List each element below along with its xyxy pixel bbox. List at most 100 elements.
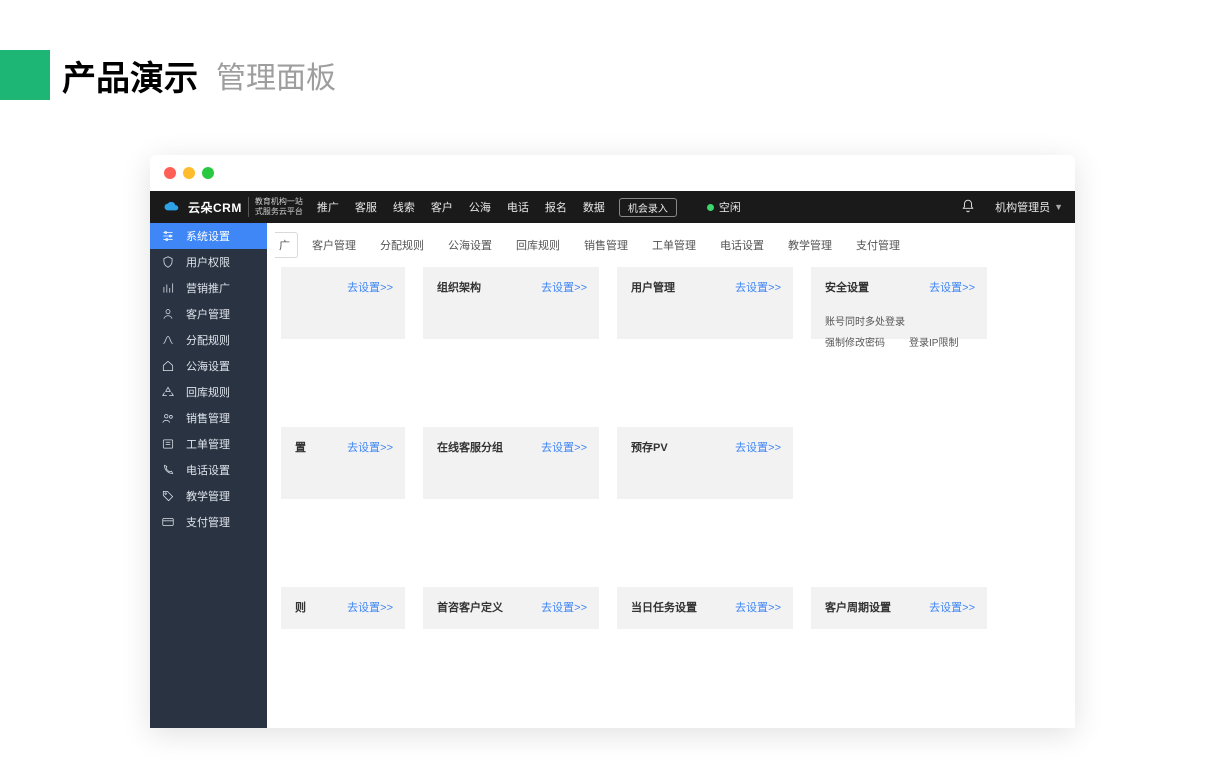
window-titlebar (150, 155, 1075, 191)
nav-link[interactable]: 客服 (355, 199, 377, 215)
status-label: 空闲 (719, 199, 741, 215)
recycle-icon (160, 384, 176, 400)
settings-card: 当日任务设置去设置>> (617, 587, 793, 629)
page-heading: 产品演示 管理面板 (0, 50, 1210, 100)
sidebar-item[interactable]: 电话设置 (150, 457, 267, 483)
cloud-icon (162, 200, 182, 214)
card-row: 则去设置>>首咨客户定义去设置>>当日任务设置去设置>>客户周期设置去设置>> (281, 587, 1075, 629)
settings-card: 在线客服分组去设置>> (423, 427, 599, 499)
bars-icon (160, 280, 176, 296)
settings-card: 置去设置>> (281, 427, 405, 499)
user-menu[interactable]: 机构管理员 ▼ (995, 199, 1063, 215)
go-settings-link[interactable]: 去设置>> (735, 279, 781, 295)
card-row: 置去设置>>在线客服分组去设置>>预存PV去设置>> (281, 427, 1075, 499)
settings-tab[interactable]: 电话设置 (710, 233, 774, 257)
go-settings-link[interactable]: 去设置>> (929, 599, 975, 615)
settings-card: 用户管理去设置>> (617, 267, 793, 339)
window-minimize-icon[interactable] (183, 167, 195, 179)
sidebar-item[interactable]: 用户权限 (150, 249, 267, 275)
sidebar-item[interactable]: 公海设置 (150, 353, 267, 379)
sidebar-item[interactable]: 系统设置 (150, 223, 267, 249)
user-label: 机构管理员 (995, 199, 1050, 215)
sidebar-item[interactable]: 分配规则 (150, 327, 267, 353)
page-title: 产品演示 (62, 51, 198, 100)
content-area: 广客户管理分配规则公海设置回库规则销售管理工单管理电话设置教学管理支付管理 去设… (267, 223, 1075, 728)
sidebar-item-label: 分配规则 (186, 332, 230, 348)
settings-card: 安全设置去设置>>账号同时多处登录强制修改密码登录IP限制 (811, 267, 987, 339)
settings-tabs: 广客户管理分配规则公海设置回库规则销售管理工单管理电话设置教学管理支付管理 (267, 223, 1075, 267)
sidebar: 系统设置用户权限营销推广客户管理分配规则公海设置回库规则销售管理工单管理电话设置… (150, 223, 267, 728)
team-icon (160, 410, 176, 426)
go-settings-link[interactable]: 去设置>> (541, 599, 587, 615)
sidebar-item[interactable]: 客户管理 (150, 301, 267, 327)
chevron-down-icon: ▼ (1054, 202, 1063, 212)
card-subline: 登录IP限制 (909, 334, 958, 349)
settings-tab[interactable]: 教学管理 (778, 233, 842, 257)
page-subtitle: 管理面板 (216, 53, 336, 97)
go-settings-link[interactable]: 去设置>> (347, 439, 393, 455)
nav-link[interactable]: 电话 (507, 199, 529, 215)
sidebar-item-label: 客户管理 (186, 306, 230, 322)
sidebar-item-label: 营销推广 (186, 280, 230, 296)
sidebar-item[interactable]: 教学管理 (150, 483, 267, 509)
sidebar-item[interactable]: 回库规则 (150, 379, 267, 405)
go-settings-link[interactable]: 去设置>> (541, 279, 587, 295)
settings-tab[interactable]: 工单管理 (642, 233, 706, 257)
sidebar-item-label: 支付管理 (186, 514, 230, 530)
bell-icon[interactable] (961, 199, 975, 216)
top-navbar: 云朵CRM 教育机构一站式服务云平台 推广客服线索客户公海电话报名数据 机会录入… (150, 191, 1075, 223)
settings-cards: 去设置>>组织架构去设置>>用户管理去设置>>安全设置去设置>>账号同时多处登录… (267, 267, 1075, 728)
go-settings-link[interactable]: 去设置>> (347, 279, 393, 295)
nav-link[interactable]: 数据 (583, 199, 605, 215)
go-settings-link[interactable]: 去设置>> (735, 599, 781, 615)
sidebar-item-label: 回库规则 (186, 384, 230, 400)
sliders-icon (160, 228, 176, 244)
go-settings-link[interactable]: 去设置>> (929, 279, 975, 295)
go-settings-link[interactable]: 去设置>> (541, 439, 587, 455)
sidebar-item[interactable]: 支付管理 (150, 509, 267, 535)
sidebar-item-label: 公海设置 (186, 358, 230, 374)
sidebar-item[interactable]: 销售管理 (150, 405, 267, 431)
window-close-icon[interactable] (164, 167, 176, 179)
home-icon (160, 358, 176, 374)
tab-truncated[interactable]: 广 (275, 232, 298, 258)
settings-tab[interactable]: 销售管理 (574, 233, 638, 257)
settings-tab[interactable]: 客户管理 (302, 233, 366, 257)
ticket-icon (160, 436, 176, 452)
settings-tab[interactable]: 分配规则 (370, 233, 434, 257)
settings-tab[interactable]: 回库规则 (506, 233, 570, 257)
phone-icon (160, 462, 176, 478)
record-opportunity-button[interactable]: 机会录入 (619, 198, 677, 217)
sidebar-item-label: 工单管理 (186, 436, 230, 452)
app-main: 系统设置用户权限营销推广客户管理分配规则公海设置回库规则销售管理工单管理电话设置… (150, 223, 1075, 728)
settings-card: 去设置>> (281, 267, 405, 339)
window-maximize-icon[interactable] (202, 167, 214, 179)
route-icon (160, 332, 176, 348)
settings-card: 首咨客户定义去设置>> (423, 587, 599, 629)
user-icon (160, 306, 176, 322)
nav-link[interactable]: 线索 (393, 199, 415, 215)
card-subline: 强制修改密码 (825, 334, 885, 349)
tag-icon (160, 488, 176, 504)
card-icon (160, 514, 176, 530)
settings-tab[interactable]: 公海设置 (438, 233, 502, 257)
sidebar-item[interactable]: 营销推广 (150, 275, 267, 301)
nav-link[interactable]: 公海 (469, 199, 491, 215)
nav-links: 推广客服线索客户公海电话报名数据 (317, 199, 605, 215)
go-settings-link[interactable]: 去设置>> (347, 599, 393, 615)
shield-icon (160, 254, 176, 270)
sidebar-item-label: 系统设置 (186, 228, 230, 244)
go-settings-link[interactable]: 去设置>> (735, 439, 781, 455)
nav-link[interactable]: 报名 (545, 199, 567, 215)
accent-bar (0, 50, 50, 100)
status-dot-icon (707, 204, 714, 211)
sidebar-item-label: 用户权限 (186, 254, 230, 270)
brand-tagline: 教育机构一站式服务云平台 (248, 197, 303, 217)
nav-link[interactable]: 推广 (317, 199, 339, 215)
settings-tab[interactable]: 支付管理 (846, 233, 910, 257)
brand-logo[interactable]: 云朵CRM 教育机构一站式服务云平台 (162, 197, 303, 217)
app-window: 云朵CRM 教育机构一站式服务云平台 推广客服线索客户公海电话报名数据 机会录入… (150, 155, 1075, 728)
nav-link[interactable]: 客户 (431, 199, 453, 215)
sidebar-item[interactable]: 工单管理 (150, 431, 267, 457)
settings-card: 客户周期设置去设置>> (811, 587, 987, 629)
